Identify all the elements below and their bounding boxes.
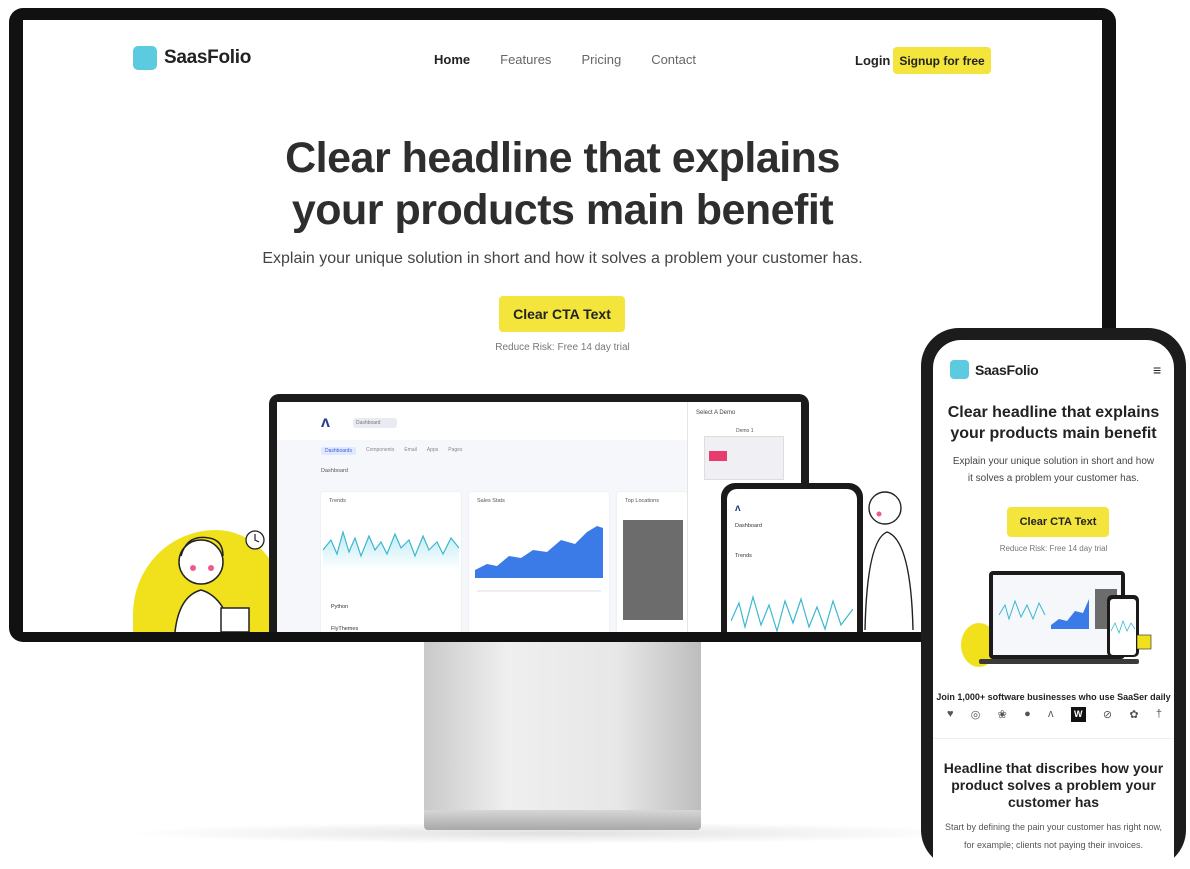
progress-divider xyxy=(477,590,601,592)
hero-title: Clear headline that explains your produc… xyxy=(23,132,1102,236)
dashboard-tabs: Dashboards Components Email Apps Pages xyxy=(321,447,462,455)
sales-area-graphic xyxy=(475,526,603,578)
nav-link-home[interactable]: Home xyxy=(434,52,470,67)
mobile-brand-logo[interactable]: SaasFolio xyxy=(950,360,1039,379)
brand-logo[interactable]: SaasFolio xyxy=(133,46,251,70)
sales-card-title: Sales Stats xyxy=(477,498,505,504)
customer-logo-icon: ✿ xyxy=(1129,708,1139,721)
mobile-social-proof: Join 1,000+ software businesses who use … xyxy=(936,692,1171,702)
hamburger-menu-icon[interactable]: ≡ xyxy=(1153,362,1161,378)
mini-phone-screen: ʌ Dashboard Trends xyxy=(727,489,857,632)
trends-line-graphic xyxy=(323,529,459,570)
mini-logo-icon: ʌ xyxy=(735,503,741,514)
phone-mockup: SaasFolio ≡ Clear headline that explains… xyxy=(921,328,1186,868)
hero-title-line-2: your products main benefit xyxy=(291,186,834,234)
signup-button[interactable]: Signup for free xyxy=(893,47,991,74)
mini-trends-title: Trends xyxy=(735,553,752,559)
hero-title-line-1: Clear headline that explains xyxy=(285,134,840,182)
demo-label: Demo 1 xyxy=(736,428,754,434)
customer-logo-icon: ● xyxy=(1024,708,1031,720)
mobile-hero-title: Clear headline that explains your produc… xyxy=(947,404,1160,442)
logo-square-icon xyxy=(950,360,969,379)
dashboard-tab[interactable]: Apps xyxy=(427,447,438,455)
locations-card-title: Top Locations xyxy=(625,498,659,504)
top-locations-card: Top Locations xyxy=(617,492,687,632)
mobile-device-mockup-illustration xyxy=(961,571,1152,667)
trends-card: Trends Python FlyThemes xyxy=(321,492,461,632)
customer-logo-icon: ❀ xyxy=(997,708,1007,721)
customer-logo-icon: † xyxy=(1155,708,1162,720)
customer-logo-icon: ʌ xyxy=(1047,708,1054,720)
customer-logos-row: ♥ ◎ ❀ ● ʌ W ⊘ ✿ † xyxy=(947,705,1162,723)
map-graphic xyxy=(623,520,683,620)
mobile-section-body: Start by defining the pain your customer… xyxy=(944,822,1163,850)
customer-logo-icon: ◎ xyxy=(970,708,981,721)
list-item: FlyThemes xyxy=(331,626,359,632)
mobile-brand-name: SaasFolio xyxy=(975,361,1039,378)
dashboard-logo-icon: ʌ xyxy=(321,414,330,431)
mobile-hero-subtitle: Explain your unique solution in short an… xyxy=(952,456,1155,484)
hero-subtitle: Explain your unique solution in short an… xyxy=(262,250,863,267)
customer-logo-icon: W xyxy=(1070,706,1086,722)
demo-panel-title: Select A Demo xyxy=(696,410,736,416)
nav-link-pricing[interactable]: Pricing xyxy=(581,52,621,67)
dashboard-topbar: ʌ Dashboard xyxy=(277,402,687,440)
mini-breadcrumb: Dashboard xyxy=(735,523,762,529)
mini-phone-mockup: ʌ Dashboard Trends xyxy=(721,483,863,632)
mobile-cta-button[interactable]: Clear CTA Text xyxy=(1007,507,1109,537)
sales-stats-card: Sales Stats xyxy=(469,492,609,632)
list-item: Python xyxy=(331,604,349,610)
customer-logo-icon: ⊘ xyxy=(1102,708,1113,721)
logo-square-icon xyxy=(133,46,157,70)
mobile-risk-note: Reduce Risk: Free 14 day trial xyxy=(999,544,1108,553)
person-illustration xyxy=(174,530,265,632)
dashboard-breadcrumb: Dashboard xyxy=(321,468,348,474)
nav-link-features[interactable]: Features xyxy=(500,52,551,67)
demo-thumbnail[interactable] xyxy=(704,436,784,480)
dashboard-tab[interactable]: Components xyxy=(366,447,394,455)
nav-link-contact[interactable]: Contact xyxy=(651,52,696,67)
dashboard-tab[interactable]: Pages xyxy=(448,447,462,455)
hero-cta-button[interactable]: Clear CTA Text xyxy=(499,296,625,332)
mobile-section-headline: Headline that discribes how your product… xyxy=(943,760,1164,810)
phone-screen: SaasFolio ≡ Clear headline that explains… xyxy=(933,340,1174,868)
dashboard-select[interactable]: Dashboard xyxy=(353,418,397,428)
desktop-navbar: SaasFolio Home Features Pricing Contact … xyxy=(23,20,1102,90)
customer-logo-icon: ♥ xyxy=(947,708,954,720)
nav-links: Home Features Pricing Contact xyxy=(434,52,696,67)
monitor-stand-base xyxy=(424,810,701,830)
dashboard-tab[interactable]: Dashboards xyxy=(321,447,356,455)
trends-card-title: Trends xyxy=(329,498,346,504)
login-link[interactable]: Login xyxy=(855,53,890,68)
mini-trends-graphic xyxy=(731,594,853,632)
dashboard-tab[interactable]: Email xyxy=(404,447,417,455)
monitor-stand xyxy=(424,642,701,812)
section-divider xyxy=(933,738,1174,739)
brand-name: SaasFolio xyxy=(164,47,252,68)
